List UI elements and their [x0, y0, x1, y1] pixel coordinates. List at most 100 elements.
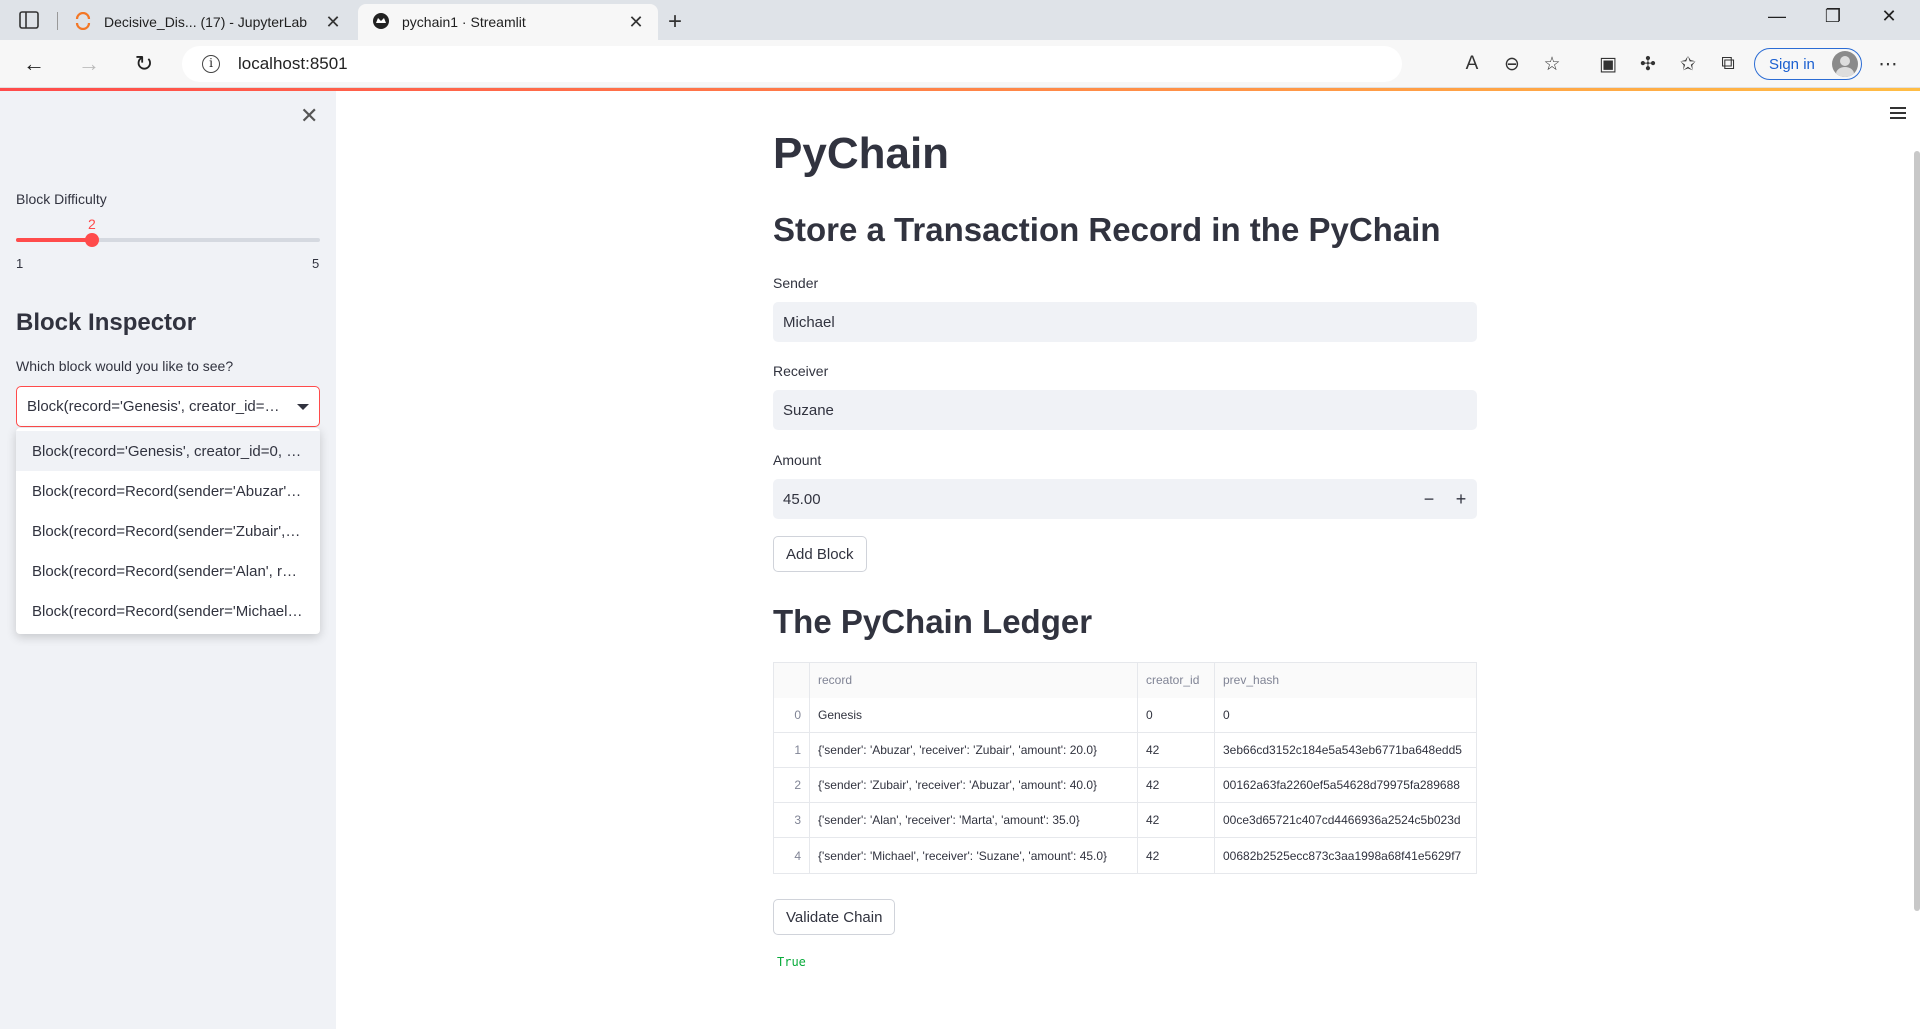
streamlit-icon — [372, 12, 390, 33]
refresh-icon[interactable]: ↻ — [130, 50, 158, 78]
increment-button[interactable]: + — [1445, 489, 1477, 510]
chevron-down-icon[interactable] — [297, 403, 309, 410]
row-index: 1 — [774, 732, 810, 768]
dropdown-option[interactable]: Block(record='Genesis', creator_id=0, pr… — [16, 431, 320, 471]
favorites-icon[interactable]: ✩ — [1668, 53, 1708, 76]
row-index: 0 — [774, 697, 810, 733]
address-bar-row: ← → ↻ i localhost:8501 A ⊖ ☆ ▣ ✣ ✩ ⧉ Sig… — [0, 40, 1920, 88]
toolbar-icons: A ⊖ ☆ ▣ ✣ ✩ ⧉ Sign in ⋯ — [1452, 40, 1920, 88]
block-dropdown-menu: Block(record='Genesis', creator_id=0, pr… — [16, 428, 320, 634]
add-block-button[interactable]: Add Block — [773, 536, 867, 572]
record-cell[interactable]: Genesis — [810, 697, 1138, 733]
record-cell[interactable]: {'sender': 'Alan', 'receiver': 'Marta', … — [810, 802, 1138, 838]
row-index: 4 — [774, 838, 810, 873]
slider-handle[interactable] — [85, 233, 99, 247]
menu-icon[interactable] — [1890, 107, 1906, 122]
tab-title: Decisive_Dis... (17) - JupyterLab — [104, 14, 308, 30]
hash-cell[interactable]: 00682b2525ecc873c3aa1998a68f41e5629f7 — [1215, 838, 1476, 873]
dropdown-option[interactable]: Block(record=Record(sender='Zubair', rec… — [16, 511, 320, 551]
close-icon[interactable]: ✕ — [325, 12, 341, 33]
creator-cell[interactable]: 0 — [1138, 697, 1215, 733]
column-header[interactable]: creator_id — [1138, 663, 1215, 698]
hash-cell[interactable]: 3eb66cd3152c184e5a543eb6771ba648edd5 — [1215, 733, 1476, 768]
close-icon[interactable]: ✕ — [628, 12, 644, 33]
back-icon[interactable]: ← — [20, 50, 48, 78]
sign-in-label: Sign in — [1769, 55, 1815, 73]
sender-label: Sender — [773, 275, 819, 291]
slider-max: 5 — [312, 256, 320, 271]
dropdown-option[interactable]: Block(record=Record(sender='Alan', recei… — [16, 551, 320, 591]
main-content: PyChain Store a Transaction Record in th… — [336, 91, 1920, 1029]
validate-chain-button[interactable]: Validate Chain — [773, 899, 896, 935]
record-cell[interactable]: {'sender': 'Zubair', 'receiver': 'Abuzar… — [810, 767, 1138, 803]
creator-cell[interactable]: 42 — [1138, 767, 1215, 803]
tab-jupyterlab[interactable]: Decisive_Dis... (17) - JupyterLab ✕ — [60, 4, 355, 40]
read-aloud-icon[interactable]: A — [1452, 53, 1492, 75]
avatar — [1832, 51, 1858, 77]
table-row: 1 {'sender': 'Abuzar', 'receiver': 'Zuba… — [774, 732, 1476, 768]
row-index: 3 — [774, 802, 810, 838]
tab-streamlit[interactable]: pychain1 · Streamlit ✕ — [358, 4, 658, 40]
amount-value: 45.00 — [783, 490, 821, 508]
ledger-heading: The PyChain Ledger — [773, 603, 1093, 640]
amount-input[interactable]: 45.00 − + — [773, 479, 1477, 519]
tab-actions-icon[interactable] — [18, 10, 40, 30]
collections-icon[interactable]: ⧉ — [1708, 53, 1748, 75]
dropdown-option[interactable]: Block(record=Record(sender='Michael', re… — [16, 591, 320, 631]
hash-cell[interactable]: 00162a63fa2260ef5a54628d79975fa289688 — [1215, 768, 1476, 803]
slider-min: 1 — [16, 256, 24, 271]
dropdown-option[interactable]: Block(record=Record(sender='Abuzar', rec… — [16, 471, 320, 511]
creator-cell[interactable]: 42 — [1138, 732, 1215, 768]
ledger-table[interactable]: record creator_id prev_hash 0 Genesis 0 … — [773, 662, 1477, 874]
page-title: PyChain — [773, 129, 950, 178]
selected-value: Block(record='Genesis', creator_id=0, pr… — [27, 398, 287, 415]
close-icon[interactable]: ✕ — [300, 103, 318, 129]
table-header: record creator_id prev_hash — [774, 663, 1476, 698]
favorite-add-icon[interactable]: ☆ — [1532, 53, 1572, 76]
more-icon[interactable]: ⋯ — [1868, 53, 1908, 76]
difficulty-slider[interactable] — [16, 233, 320, 247]
forward-icon[interactable]: → — [75, 50, 103, 78]
browser-tab-bar: Decisive_Dis... (17) - JupyterLab ✕ pych… — [0, 0, 1920, 40]
url-field[interactable]: i localhost:8501 — [182, 46, 1402, 82]
scrollbar[interactable] — [1914, 151, 1920, 911]
column-header[interactable]: record — [810, 663, 1138, 698]
block-inspector-heading: Block Inspector — [16, 309, 197, 336]
slider-label: Block Difficulty — [16, 191, 107, 207]
sign-in-button[interactable]: Sign in — [1754, 48, 1862, 80]
url-text: localhost:8501 — [238, 54, 348, 73]
extensions-icon[interactable]: ✣ — [1628, 53, 1668, 76]
table-row: 4 {'sender': 'Michael', 'receiver': 'Suz… — [774, 838, 1476, 873]
hash-cell[interactable]: 0 — [1215, 698, 1476, 733]
slider-fill — [16, 238, 92, 242]
amount-label: Amount — [773, 452, 822, 468]
sidebar: ✕ Block Difficulty 2 1 5 Block Inspector… — [0, 91, 336, 1029]
minimize-icon[interactable]: — — [1762, 6, 1792, 27]
receiver-label: Receiver — [773, 363, 829, 379]
creator-cell[interactable]: 42 — [1138, 838, 1215, 873]
info-icon[interactable]: i — [202, 55, 220, 73]
table-row: 3 {'sender': 'Alan', 'receiver': 'Marta'… — [774, 802, 1476, 838]
table-row: 0 Genesis 0 0 — [774, 697, 1476, 733]
record-cell[interactable]: {'sender': 'Abuzar', 'receiver': 'Zubair… — [810, 732, 1138, 768]
validation-result: True — [777, 955, 806, 969]
creator-cell[interactable]: 42 — [1138, 802, 1215, 838]
receiver-input[interactable]: Suzane — [773, 390, 1477, 430]
restore-icon[interactable]: ❐ — [1818, 6, 1848, 27]
record-cell[interactable]: {'sender': 'Michael', 'receiver': 'Suzan… — [810, 838, 1138, 873]
table-row: 2 {'sender': 'Zubair', 'receiver': 'Abuz… — [774, 767, 1476, 803]
tab-title: pychain1 · Streamlit — [402, 14, 526, 30]
block-select[interactable]: Block(record='Genesis', creator_id=0, pr… — [16, 386, 320, 427]
hash-cell[interactable]: 00ce3d65721c407cd4466936a2524c5b023d — [1215, 803, 1476, 838]
form-heading: Store a Transaction Record in the PyChai… — [773, 211, 1441, 248]
decrement-button[interactable]: − — [1413, 489, 1445, 510]
extension-icon[interactable]: ▣ — [1588, 53, 1628, 76]
index-header — [774, 663, 810, 698]
window-close-icon[interactable]: ✕ — [1874, 6, 1904, 27]
column-header[interactable]: prev_hash — [1215, 663, 1476, 698]
jupyter-icon — [74, 11, 92, 33]
new-tab-icon[interactable]: + — [668, 8, 682, 36]
zoom-icon[interactable]: ⊖ — [1492, 53, 1532, 76]
sender-input[interactable]: Michael — [773, 302, 1477, 342]
slider-value: 2 — [88, 216, 96, 232]
